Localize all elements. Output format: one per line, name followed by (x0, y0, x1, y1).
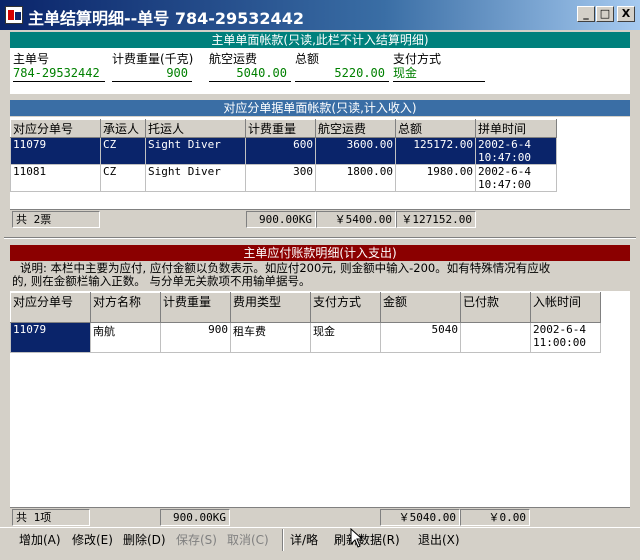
cell-shipper[interactable]: Sight Diver (145, 137, 246, 165)
col-header[interactable]: 对应分单号 (10, 119, 101, 138)
cell-no[interactable]: 11079 (10, 137, 101, 165)
toolbar-separator (282, 529, 284, 551)
payable-amount-sum: ￥5040.00 (380, 509, 460, 526)
col-header[interactable]: 入帐时间 (530, 292, 601, 323)
sub-grid-header: 对应分单号 承运人 托运人 计费重量 航空运费 总额 拼单时间 (10, 119, 557, 138)
sub-weight-sum: 900.00KG (246, 211, 316, 228)
sub-freight-sum: ￥5400.00 (316, 211, 396, 228)
table-row[interactable]: 11081 CZ Sight Diver 300 1800.00 1980.00… (10, 164, 557, 192)
app-icon (5, 6, 23, 24)
payable-note-line2: 的, 则在金额栏输入正数。 与分单无关款项不用输单据号。 (12, 274, 311, 288)
sub-footer: 共 2票 900.00KG ￥5400.00 ￥127152.00 (10, 209, 630, 231)
payable-count: 共 1项 (12, 509, 90, 526)
master-panel: 主单号 784-29532442 计费重量(千克) 900 航空运费 5040.… (10, 48, 630, 94)
col-header[interactable]: 拼单时间 (475, 119, 557, 138)
table-row[interactable]: 11079 CZ Sight Diver 600 3600.00 125172.… (10, 137, 557, 165)
cell-carrier[interactable]: CZ (100, 164, 146, 192)
master-no-value: 784-29532442 (13, 65, 105, 82)
col-header[interactable]: 计费重量 (160, 292, 231, 323)
mouse-cursor-icon (350, 528, 364, 548)
cell-no[interactable]: 11081 (10, 164, 101, 192)
col-header[interactable]: 已付款 (460, 292, 531, 323)
cell-date-text: 2002-6-4 (478, 138, 531, 152)
cell-time-text: 10:47:00 (478, 178, 531, 191)
cell-total[interactable]: 1980.00 (395, 164, 476, 192)
col-header[interactable]: 金额 (380, 292, 461, 323)
window-title: 主单结算明细--单号 784-29532442 (28, 9, 304, 28)
payable-paid-sum: ￥0.00 (460, 509, 530, 526)
sub-header: 对应分单据单面帐款(只读,计入收入) (10, 100, 630, 116)
col-header[interactable]: 总额 (395, 119, 476, 138)
table-row[interactable]: 11079 南航 900 租车费 现金 5040 2002-6-4 11:00:0… (10, 322, 601, 353)
cell-time[interactable]: 2002-6-4 11:00:00 (530, 322, 601, 353)
cell-carrier[interactable]: CZ (100, 137, 146, 165)
maximize-button[interactable]: □ (596, 6, 614, 22)
cell-time-text: 11:00:00 (533, 336, 586, 349)
cell-fee-type[interactable]: 租车费 (230, 322, 311, 353)
sub-grid: 对应分单号 承运人 托运人 计费重量 航空运费 总额 拼单时间 11079 CZ… (10, 119, 557, 192)
cell-no[interactable]: 11079 (10, 322, 91, 353)
payable-header: 主单应付账款明细(计入支出) (10, 245, 630, 261)
divider (4, 237, 636, 239)
minimize-button[interactable]: _ (577, 6, 595, 22)
toggle-detail-button[interactable]: 详/略 (290, 531, 318, 549)
save-button[interactable]: 保存(S) (176, 531, 217, 549)
delete-button[interactable]: 删除(D) (123, 531, 166, 549)
payment-value: 现金 (393, 65, 485, 82)
cell-date-text: 2002-6-4 (478, 165, 531, 179)
cell-weight[interactable]: 300 (245, 164, 316, 192)
col-header[interactable]: 计费重量 (245, 119, 316, 138)
col-header[interactable]: 托运人 (145, 119, 246, 138)
title-bar: 主单结算明细--单号 784-29532442 _ □ X (0, 0, 640, 30)
master-header: 主单单面帐款(只读,此栏不计入结算明细) (10, 32, 630, 48)
payable-weight-sum: 900.00KG (160, 509, 230, 526)
cell-party[interactable]: 南航 (90, 322, 161, 353)
col-header[interactable]: 承运人 (100, 119, 146, 138)
cell-pay[interactable]: 现金 (310, 322, 381, 353)
cell-freight[interactable]: 1800.00 (315, 164, 396, 192)
payable-grid-header: 对应分单号 对方名称 计费重量 费用类型 支付方式 金额 已付款 入帐时间 (10, 292, 601, 323)
cell-amount[interactable]: 5040 (380, 322, 461, 353)
cancel-button[interactable]: 取消(C) (227, 531, 269, 549)
total-value: 5220.00 (295, 65, 389, 82)
freight-value: 5040.00 (209, 65, 291, 82)
sub-count: 共 2票 (12, 211, 100, 228)
cell-weight[interactable]: 600 (245, 137, 316, 165)
cell-time[interactable]: 2002-6-4 10:47:00 (475, 164, 557, 192)
cell-time-text: 10:47:00 (478, 151, 531, 164)
add-button[interactable]: 增加(A) (19, 531, 61, 549)
col-header[interactable]: 航空运费 (315, 119, 396, 138)
weight-value: 900 (112, 65, 192, 82)
cell-total[interactable]: 125172.00 (395, 137, 476, 165)
cell-time[interactable]: 2002-6-4 10:47:00 (475, 137, 557, 165)
payable-footer: 共 1项 900.00KG ￥5040.00 ￥0.00 (10, 507, 630, 527)
cell-shipper[interactable]: Sight Diver (145, 164, 246, 192)
cell-weight[interactable]: 900 (160, 322, 231, 353)
edit-button[interactable]: 修改(E) (72, 531, 113, 549)
sub-total-sum: ￥127152.00 (396, 211, 476, 228)
cell-date-text: 2002-6-4 (533, 323, 586, 337)
col-header[interactable]: 费用类型 (230, 292, 311, 323)
toolbar-divider (0, 527, 640, 528)
payable-grid: 对应分单号 对方名称 计费重量 费用类型 支付方式 金额 已付款 入帐时间 11… (10, 292, 601, 353)
cell-freight[interactable]: 3600.00 (315, 137, 396, 165)
refresh-button[interactable]: 刷新数据(R) (334, 531, 400, 549)
close-button[interactable]: X (617, 6, 635, 22)
col-header[interactable]: 支付方式 (310, 292, 381, 323)
exit-button[interactable]: 退出(X) (418, 531, 460, 549)
col-header[interactable]: 对应分单号 (10, 292, 91, 323)
col-header[interactable]: 对方名称 (90, 292, 161, 323)
cell-paid[interactable] (460, 322, 531, 353)
